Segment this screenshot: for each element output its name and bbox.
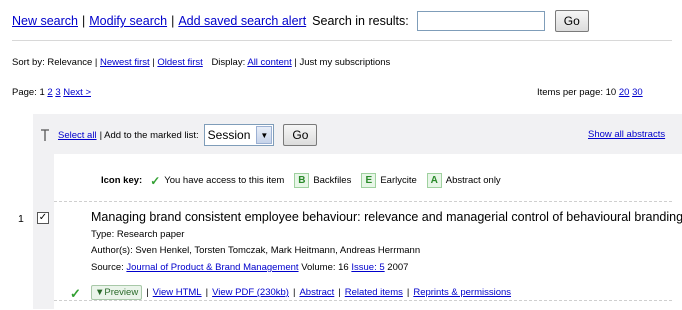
reprints-permissions-link[interactable]: Reprints & permissions [413, 287, 511, 298]
marked-list-select-value: Session [207, 128, 251, 142]
per-page-30-link[interactable]: 30 [632, 87, 643, 98]
divider [54, 300, 672, 301]
items-per-page-label: Items per page: 10 [537, 87, 617, 98]
result-actions: ▼Preview | View HTML | View PDF (230kb) … [91, 285, 511, 300]
view-pdf-link[interactable]: View PDF (230kb) [212, 287, 289, 298]
top-toolbar: New search | Modify search | Add saved s… [12, 9, 589, 33]
display-label: Display: [211, 57, 246, 68]
show-all-abstracts-link[interactable]: Show all abstracts [588, 129, 665, 140]
page-label: Page: 1 [12, 87, 45, 98]
result-source: Source: Journal of Product & Brand Manag… [91, 262, 408, 273]
search-in-results-input[interactable] [416, 11, 545, 31]
source-label: Source: [91, 262, 124, 273]
view-html-link[interactable]: View HTML [153, 287, 202, 298]
related-items-link[interactable]: Related items [345, 287, 403, 298]
chevron-down-icon: ▼ [256, 126, 273, 144]
volume: Volume: 16 [301, 262, 349, 273]
search-in-results-label: Search in results: [312, 14, 409, 28]
sort-bar: Sort by: Relevance | Newest first | Olde… [12, 57, 391, 68]
modify-search-link[interactable]: Modify search [89, 14, 167, 28]
abstract-only-key-text: Abstract only [445, 175, 501, 186]
divider [54, 201, 672, 202]
icon-key: Icon key: ✓ You have access to this item… [101, 173, 501, 188]
select-arrow-icon [41, 129, 49, 141]
backfiles-key-text: Backfiles [313, 175, 352, 186]
select-all-area: Select all | Add to the marked list: Ses… [58, 124, 318, 146]
access-key-text: You have access to this item [164, 175, 285, 186]
result-number: 1 [18, 213, 24, 225]
marked-list-select[interactable]: Session ▼ [203, 124, 275, 146]
page-3-link[interactable]: 3 [55, 87, 60, 98]
sort-newest-link[interactable]: Newest first [100, 57, 150, 68]
icon-key-label: Icon key: [101, 175, 143, 186]
new-search-link[interactable]: New search [12, 14, 78, 28]
add-to-marked-list-label: | Add to the marked list: [99, 129, 199, 141]
result-type: Type: Research paper [91, 229, 185, 240]
issue-link[interactable]: Issue: 5 [351, 262, 384, 273]
sort-oldest-link[interactable]: Oldest first [157, 57, 202, 68]
journal-link[interactable]: Journal of Product & Brand Management [126, 262, 298, 273]
search-go-button[interactable]: Go [554, 10, 589, 32]
per-page-20-link[interactable]: 20 [619, 87, 630, 98]
result-checkbox[interactable]: ✓ [37, 212, 49, 224]
preview-button[interactable]: ▼Preview [91, 285, 143, 300]
add-saved-search-alert-link[interactable]: Add saved search alert [178, 14, 306, 28]
access-check-icon: ✓ [150, 173, 161, 188]
abstract-link[interactable]: Abstract [299, 287, 334, 298]
page-2-link[interactable]: 2 [47, 87, 52, 98]
abstract-only-badge-icon: A [426, 173, 442, 188]
add-to-list-go-button[interactable]: Go [283, 124, 318, 146]
result-authors: Author(s): Sven Henkel, Torsten Tomczak,… [91, 245, 421, 256]
items-per-page: Items per page: 10 20 30 [537, 87, 643, 98]
year: 2007 [387, 262, 409, 273]
select-all-link[interactable]: Select all [58, 130, 97, 141]
pager: Page: 1 2 3 Next > [12, 87, 91, 98]
just-my-subscriptions: | Just my subscriptions [294, 57, 391, 68]
result-title: Managing brand consistent employee behav… [91, 210, 682, 224]
sort-label: Sort by: Relevance | [12, 57, 98, 68]
earlycite-key-text: Earlycite [380, 175, 417, 186]
earlycite-badge-icon: E [361, 173, 377, 188]
next-page-link[interactable]: Next > [63, 87, 91, 98]
display-all-content-link[interactable]: All content [247, 57, 291, 68]
divider [12, 40, 672, 41]
backfiles-badge-icon: B [294, 173, 310, 188]
